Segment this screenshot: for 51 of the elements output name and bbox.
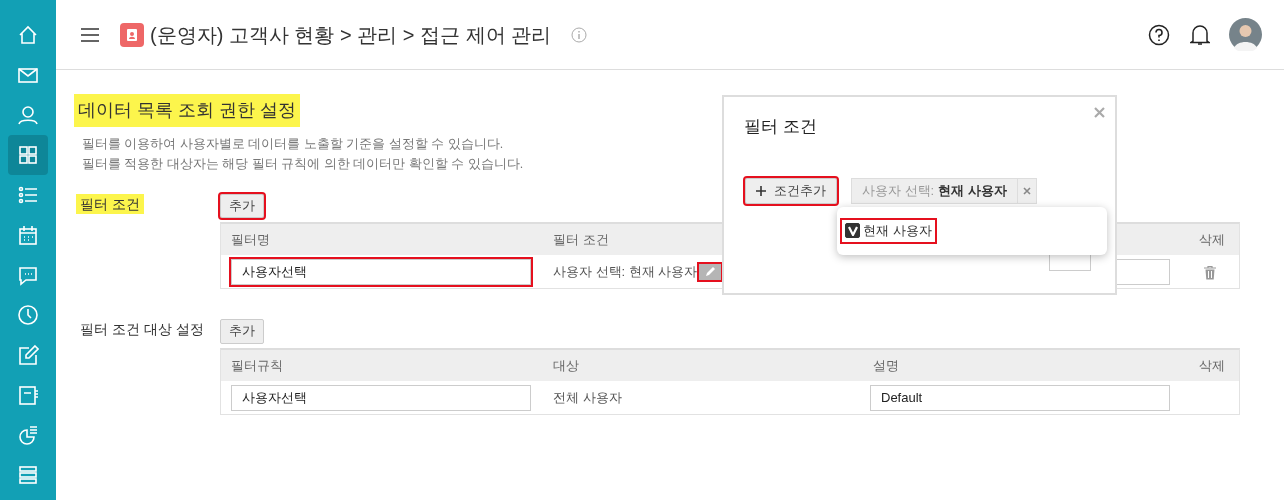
- plus-icon: [756, 186, 766, 196]
- dialog-title: 필터 조건: [744, 116, 817, 138]
- edit-icon: [17, 344, 39, 366]
- section-label: 필터 조건: [76, 193, 144, 214]
- trash-icon[interactable]: [1204, 265, 1216, 280]
- close-icon[interactable]: [1094, 107, 1105, 118]
- info-icon[interactable]: [570, 26, 587, 43]
- edit-button[interactable]: [699, 263, 722, 280]
- column-header: 필터명: [230, 231, 270, 249]
- home-icon: [17, 24, 39, 46]
- chip-value: 현재 사용자: [938, 182, 1008, 201]
- sidebar-item[interactable]: [8, 135, 48, 175]
- column-header: 삭제: [1198, 356, 1225, 375]
- add-button[interactable]: 추가: [220, 193, 264, 219]
- column-header: 필터규칙: [230, 356, 283, 375]
- stack-icon: [17, 464, 39, 486]
- pencil-icon: [704, 265, 717, 278]
- help-icon[interactable]: [1148, 23, 1170, 46]
- chip-label: 사용자 선택:: [861, 182, 936, 201]
- add-button[interactable]: 추가: [220, 319, 264, 344]
- chart-icon: [17, 424, 39, 446]
- app-icon: [119, 22, 144, 47]
- name-field[interactable]: 사용자선택: [231, 258, 531, 285]
- section-title: 데이터 목록 조회 권한 설정: [74, 94, 300, 127]
- chat-icon: [17, 264, 39, 286]
- list-icon: [17, 184, 39, 206]
- add-condition-button[interactable]: 조건추가: [745, 178, 837, 204]
- avatar[interactable]: [1229, 18, 1262, 51]
- grid-icon: [17, 144, 39, 166]
- column-header: 삭제: [1198, 231, 1225, 249]
- name-field[interactable]: 사용자선택: [231, 384, 531, 411]
- condition-text: 사용자 선택: 현재 사용자: [553, 263, 698, 281]
- column-header: 필터 조건: [552, 231, 609, 249]
- column-header: 대상: [552, 356, 579, 375]
- close-icon: [1022, 187, 1031, 195]
- description-text: 필터를 적용한 대상자는 해당 필터 규칙에 의한 데이터만 확인할 수 있습니다.: [82, 155, 525, 173]
- description-field[interactable]: Default: [870, 384, 1170, 411]
- section-label: 필터 조건 대상 설정: [79, 320, 205, 340]
- calendar-icon: [17, 224, 39, 246]
- bell-icon[interactable]: [1189, 23, 1210, 46]
- document-icon: [17, 384, 39, 406]
- column-header: 설명: [872, 356, 899, 375]
- clock-icon: [17, 304, 39, 326]
- menu-icon[interactable]: [80, 26, 100, 43]
- description-text: 필터를 이용하여 사용자별로 데이터를 노출할 기준을 설정할 수 있습니다.: [82, 135, 505, 153]
- page-title: (운영자) 고객사 현황 > 관리 > 접근 제어 관리: [150, 22, 552, 48]
- person-icon: [17, 104, 39, 126]
- dropdown-option[interactable]: 현재 사용자: [842, 220, 935, 242]
- checkbox[interactable]: [845, 223, 860, 239]
- check-icon: [847, 225, 858, 236]
- target-text: 전체 사용자: [553, 388, 622, 407]
